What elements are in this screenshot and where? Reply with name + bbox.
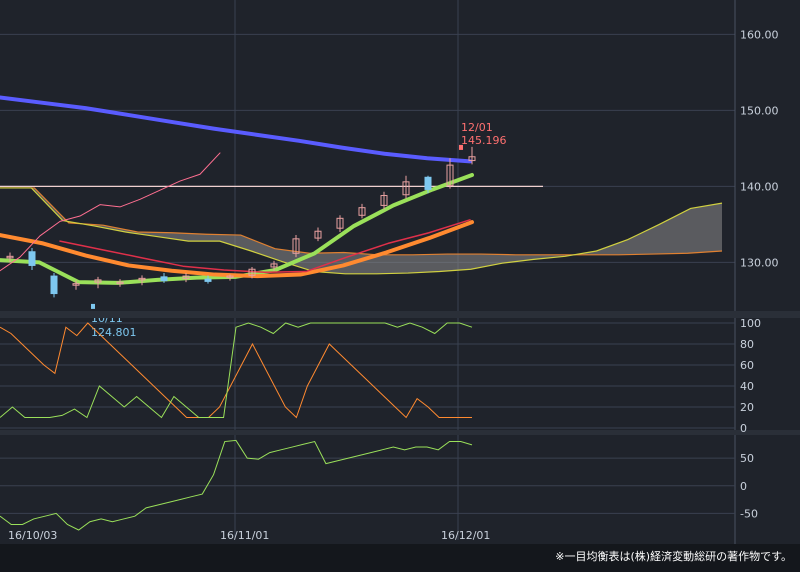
- date-tick-label: 16/12/01: [441, 529, 490, 542]
- panel-divider-1: [0, 311, 800, 318]
- rci-tick-label: 0: [740, 480, 747, 493]
- candle-body: [50, 275, 58, 295]
- rci-tick-label: -50: [740, 507, 758, 520]
- price-tick-label: 150.00: [740, 104, 779, 117]
- oscillator-tick-label: 20: [740, 401, 754, 414]
- copyright-note: ※一目均衡表は(株)経済変動総研の著作物です。: [555, 549, 792, 563]
- chart-svg: 160.00 150.00 140.00 130.00 12/01 145.196 1…: [0, 0, 800, 572]
- low-marker: [91, 303, 95, 309]
- date-tick-label: 16/11/01: [220, 529, 269, 542]
- chart-container: 160.00 150.00 140.00 130.00 12/01 145.196 1…: [0, 0, 800, 572]
- date-tick-label: 16/10/03: [8, 529, 57, 542]
- high-value-label: 145.196: [461, 134, 507, 147]
- high-date-label: 12/01: [461, 121, 493, 134]
- price-tick-label: 140.00: [740, 180, 779, 193]
- price-tick-label: 160.00: [740, 28, 779, 41]
- oscillator-tick-label: 80: [740, 338, 754, 351]
- oscillator-tick-label: 0: [740, 422, 747, 435]
- candle-body: [160, 276, 168, 282]
- oscillator-tick-label: 60: [740, 359, 754, 372]
- candle-body: [424, 176, 432, 190]
- candle-body: [204, 278, 212, 282]
- price-tick-label: 130.00: [740, 256, 779, 269]
- oscillator-tick-label: 100: [740, 317, 761, 330]
- candle-body: [28, 251, 36, 266]
- oscillator-tick-label: 40: [740, 380, 754, 393]
- rci-tick-label: 50: [740, 452, 754, 465]
- panel-divider-2: [0, 430, 800, 435]
